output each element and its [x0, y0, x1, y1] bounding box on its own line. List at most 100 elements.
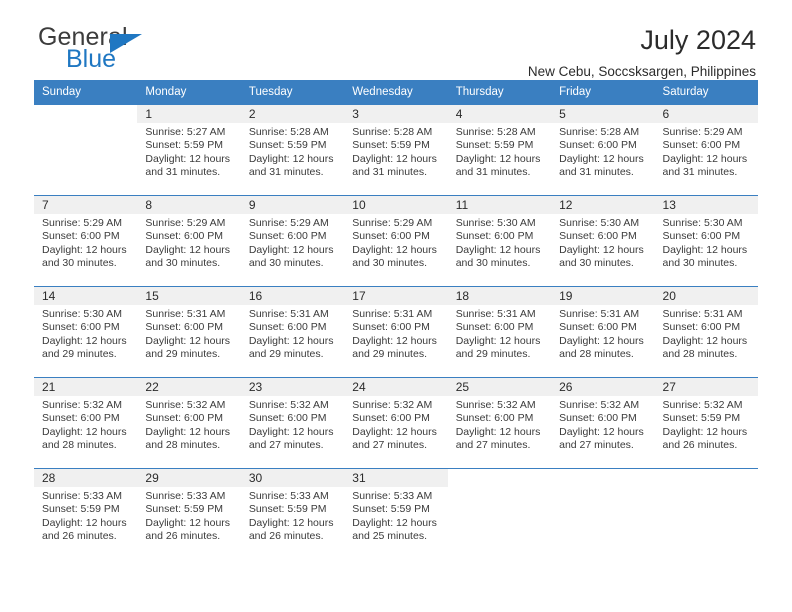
general-blue-logo[interactable]: General Blue	[34, 24, 214, 76]
day-number	[655, 469, 758, 487]
day-number: 17	[344, 287, 448, 305]
sunset-text: Sunset: 6:00 PM	[352, 230, 430, 243]
day-number	[34, 105, 137, 123]
day-number: 4	[447, 105, 552, 123]
calendar-day-cell[interactable]: 3 Sunrise: 5:28 AM Sunset: 5:59 PM Daylight…	[344, 105, 448, 195]
sunrise-text: Sunrise: 5:33 AM	[248, 490, 329, 502]
day-details: Sunrise: 5:33 AM Sunset: 5:59 PM Daylight:…	[344, 487, 447, 544]
day-number: 6	[654, 105, 758, 123]
title-block: July 2024 New Cebu, Soccsksargen, Philip…	[528, 24, 758, 82]
sunset-text: Sunset: 6:00 PM	[559, 321, 637, 334]
page-title: July 2024	[640, 25, 756, 55]
calendar-day-cell[interactable]: 16 Sunrise: 5:31 AM Sunset: 6:00 PM Dayligh…	[240, 287, 345, 377]
calendar-day-cell[interactable]: 19 Sunrise: 5:31 AM Sunset: 6:00 PM Dayligh…	[551, 287, 655, 377]
day-details: Sunrise: 5:31 AM Sunset: 6:00 PM Daylight:…	[344, 305, 447, 362]
calendar-day-cell[interactable]: 9 Sunrise: 5:29 AM Sunset: 6:00 PM Daylight…	[240, 196, 345, 286]
sunset-text: Sunset: 6:00 PM	[248, 230, 327, 243]
calendar-day-cell[interactable]: 22 Sunrise: 5:32 AM Sunset: 6:00 PM Dayligh…	[137, 378, 241, 468]
calendar-week-row: 7 Sunrise: 5:29 AM Sunset: 6:00 PM Daylight…	[34, 195, 758, 286]
calendar-week-cells: 14 Sunrise: 5:30 AM Sunset: 6:00 PM Dayligh…	[34, 287, 758, 377]
calendar-day-cell[interactable]: 24 Sunrise: 5:32 AM Sunset: 6:00 PM Dayligh…	[344, 378, 448, 468]
calendar-day-cell[interactable]: 8 Sunrise: 5:29 AM Sunset: 6:00 PM Daylight…	[137, 196, 241, 286]
calendar-day-cell[interactable]: 27 Sunrise: 5:32 AM Sunset: 5:59 PM Dayligh…	[654, 378, 758, 468]
day-details: Sunrise: 5:29 AM Sunset: 6:00 PM Daylight:…	[655, 123, 758, 180]
sunrise-text: Sunrise: 5:31 AM	[248, 308, 329, 320]
calendar-week-cells: 21 Sunrise: 5:32 AM Sunset: 6:00 PM Dayligh…	[34, 378, 758, 468]
calendar-cell-empty	[448, 469, 551, 559]
calendar-day-cell[interactable]: 2 Sunrise: 5:28 AM Sunset: 5:59 PM Daylight…	[240, 105, 345, 195]
sunrise-text: Sunrise: 5:33 AM	[145, 490, 226, 502]
daylight-text: Daylight: 12 hours and 31 minutes.	[559, 152, 644, 179]
day-details: Sunrise: 5:32 AM Sunset: 6:00 PM Daylight:…	[344, 396, 447, 453]
calendar-day-cell[interactable]: 17 Sunrise: 5:31 AM Sunset: 6:00 PM Dayligh…	[344, 287, 448, 377]
day-details: Sunrise: 5:32 AM Sunset: 6:00 PM Daylight:…	[137, 396, 240, 453]
daylight-text: Daylight: 12 hours and 28 minutes.	[662, 334, 748, 361]
day-details: Sunrise: 5:31 AM Sunset: 6:00 PM Daylight:…	[655, 305, 758, 362]
calendar-day-cell[interactable]: 25 Sunrise: 5:32 AM Sunset: 6:00 PM Dayligh…	[447, 378, 552, 468]
sunrise-text: Sunrise: 5:32 AM	[559, 399, 640, 411]
sunset-text: Sunset: 5:59 PM	[248, 139, 327, 152]
day-details: Sunrise: 5:32 AM Sunset: 6:00 PM Daylight:…	[34, 396, 137, 453]
calendar-day-cell[interactable]: 26 Sunrise: 5:32 AM Sunset: 6:00 PM Dayligh…	[551, 378, 655, 468]
day-number: 31	[344, 469, 448, 487]
day-number: 23	[240, 378, 345, 396]
day-details: Sunrise: 5:31 AM Sunset: 6:00 PM Daylight:…	[137, 305, 240, 362]
sunset-text: Sunset: 6:00 PM	[455, 321, 534, 334]
calendar-day-cell[interactable]: 23 Sunrise: 5:32 AM Sunset: 6:00 PM Dayligh…	[240, 378, 345, 468]
daylight-text: Daylight: 12 hours and 26 minutes.	[662, 425, 748, 452]
day-details: Sunrise: 5:33 AM Sunset: 5:59 PM Daylight:…	[241, 487, 344, 544]
calendar-day-cell[interactable]: 20 Sunrise: 5:31 AM Sunset: 6:00 PM Dayligh…	[654, 287, 758, 377]
day-number: 15	[137, 287, 241, 305]
daylight-text: Daylight: 12 hours and 30 minutes.	[662, 243, 748, 270]
day-number: 25	[447, 378, 552, 396]
day-details: Sunrise: 5:32 AM Sunset: 5:59 PM Daylight:…	[655, 396, 758, 453]
calendar-day-cell[interactable]: 29 Sunrise: 5:33 AM Sunset: 5:59 PM Dayligh…	[137, 469, 241, 559]
weekday-header-tuesday: Tuesday	[248, 86, 293, 98]
calendar-day-cell[interactable]: 5 Sunrise: 5:28 AM Sunset: 6:00 PM Daylight…	[551, 105, 655, 195]
daylight-text: Daylight: 12 hours and 31 minutes.	[352, 152, 437, 179]
sunrise-text: Sunrise: 5:31 AM	[559, 308, 640, 320]
day-details: Sunrise: 5:29 AM Sunset: 6:00 PM Daylight:…	[34, 214, 137, 271]
day-details: Sunrise: 5:28 AM Sunset: 5:59 PM Daylight:…	[448, 123, 551, 180]
daylight-text: Daylight: 12 hours and 27 minutes.	[248, 425, 334, 452]
day-number: 18	[447, 287, 552, 305]
sunset-text: Sunset: 5:59 PM	[145, 503, 224, 516]
day-details: Sunrise: 5:30 AM Sunset: 6:00 PM Daylight:…	[34, 305, 137, 362]
calendar-day-cell[interactable]: 28 Sunrise: 5:33 AM Sunset: 5:59 PM Dayligh…	[34, 469, 138, 559]
sunrise-text: Sunrise: 5:27 AM	[145, 126, 226, 138]
sunset-text: Sunset: 6:00 PM	[42, 412, 120, 425]
calendar-day-cell[interactable]: 18 Sunrise: 5:31 AM Sunset: 6:00 PM Dayligh…	[447, 287, 552, 377]
calendar-day-cell[interactable]: 30 Sunrise: 5:33 AM Sunset: 5:59 PM Dayligh…	[240, 469, 345, 559]
sunrise-text: Sunrise: 5:28 AM	[559, 126, 640, 138]
calendar-day-cell[interactable]: 4 Sunrise: 5:28 AM Sunset: 5:59 PM Daylight…	[447, 105, 552, 195]
calendar-day-cell[interactable]: 7 Sunrise: 5:29 AM Sunset: 6:00 PM Daylight…	[34, 196, 138, 286]
calendar-day-cell[interactable]: 1 Sunrise: 5:27 AM Sunset: 5:59 PM Daylight…	[137, 105, 241, 195]
calendar-day-cell[interactable]: 6 Sunrise: 5:29 AM Sunset: 6:00 PM Daylight…	[654, 105, 758, 195]
calendar-day-cell[interactable]: 31 Sunrise: 5:33 AM Sunset: 5:59 PM Dayligh…	[344, 469, 448, 559]
calendar-day-cell[interactable]: 10 Sunrise: 5:29 AM Sunset: 6:00 PM Dayligh…	[344, 196, 448, 286]
day-details: Sunrise: 5:31 AM Sunset: 6:00 PM Daylight:…	[551, 305, 654, 362]
day-number: 30	[240, 469, 345, 487]
calendar-day-cell[interactable]: 14 Sunrise: 5:30 AM Sunset: 6:00 PM Dayligh…	[34, 287, 138, 377]
day-details: Sunrise: 5:29 AM Sunset: 6:00 PM Daylight:…	[344, 214, 447, 271]
daylight-text: Daylight: 12 hours and 27 minutes.	[455, 425, 541, 452]
calendar-day-cell[interactable]: 11 Sunrise: 5:30 AM Sunset: 6:00 PM Dayligh…	[447, 196, 552, 286]
weekday-header-friday: Friday	[559, 86, 592, 98]
sunrise-text: Sunrise: 5:32 AM	[42, 399, 122, 411]
calendar-week-row: 14 Sunrise: 5:30 AM Sunset: 6:00 PM Dayligh…	[34, 286, 758, 377]
daylight-text: Daylight: 12 hours and 29 minutes.	[42, 334, 127, 361]
calendar-day-cell[interactable]: 21 Sunrise: 5:32 AM Sunset: 6:00 PM Dayligh…	[34, 378, 138, 468]
calendar-day-cell[interactable]: 12 Sunrise: 5:30 AM Sunset: 6:00 PM Dayligh…	[551, 196, 655, 286]
daylight-text: Daylight: 12 hours and 26 minutes.	[42, 516, 127, 543]
weekday-header-monday: Monday	[145, 86, 187, 98]
day-details: Sunrise: 5:29 AM Sunset: 6:00 PM Daylight:…	[241, 214, 344, 271]
calendar-day-cell[interactable]: 13 Sunrise: 5:30 AM Sunset: 6:00 PM Dayligh…	[654, 196, 758, 286]
daylight-text: Daylight: 12 hours and 30 minutes.	[248, 243, 334, 270]
day-details: Sunrise: 5:32 AM Sunset: 6:00 PM Daylight:…	[448, 396, 551, 453]
day-details: Sunrise: 5:31 AM Sunset: 6:00 PM Daylight:…	[241, 305, 344, 362]
calendar-week-row: 21 Sunrise: 5:32 AM Sunset: 6:00 PM Dayligh…	[34, 377, 758, 468]
day-number: 22	[137, 378, 241, 396]
day-number: 28	[34, 469, 138, 487]
calendar-day-cell[interactable]: 15 Sunrise: 5:31 AM Sunset: 6:00 PM Dayligh…	[137, 287, 241, 377]
daylight-text: Daylight: 12 hours and 29 minutes.	[455, 334, 541, 361]
